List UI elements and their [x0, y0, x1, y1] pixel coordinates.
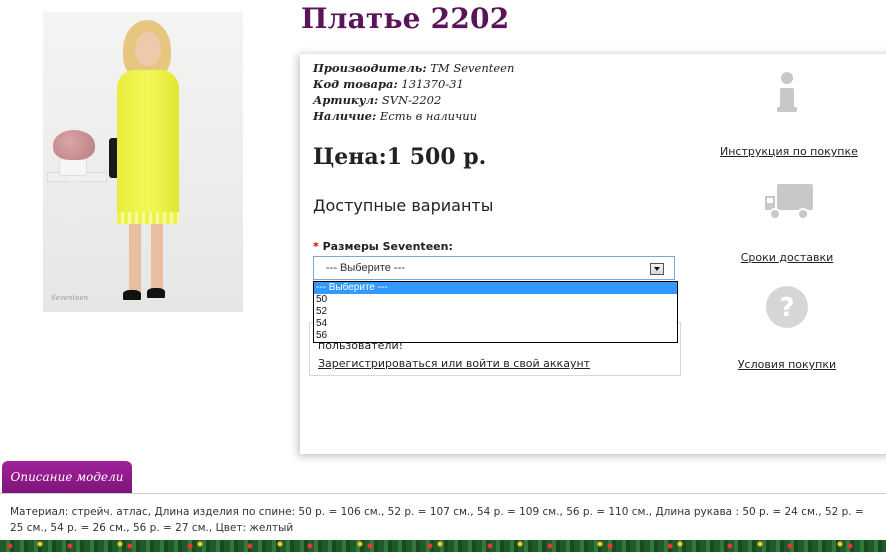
- register-login-link[interactable]: Зарегистрироваться или войти в свой акка…: [318, 357, 590, 370]
- product-meta: Производитель: ТМ Seventeen Код товара: …: [313, 60, 514, 124]
- tab-description[interactable]: Описание модели: [2, 461, 132, 493]
- meta-value: 131370-31: [401, 77, 464, 91]
- meta-availability: Наличие: Есть в наличии: [313, 108, 514, 124]
- truck-icon[interactable]: [763, 182, 815, 224]
- image-face: [135, 32, 161, 66]
- size-option[interactable]: --- Выберите ---: [314, 282, 677, 294]
- image-dress-hem: [117, 212, 179, 224]
- meta-label: Код товара:: [313, 77, 398, 91]
- image-shoe: [123, 290, 141, 300]
- meta-label: Наличие:: [313, 109, 377, 123]
- size-dropdown-list[interactable]: --- Выберите --- 50 52 54 56: [313, 281, 678, 343]
- image-flowers: [53, 130, 95, 160]
- question-icon[interactable]: ?: [764, 284, 810, 330]
- meta-value: ТМ Seventeen: [430, 61, 515, 75]
- chevron-down-icon[interactable]: [650, 263, 664, 275]
- size-option[interactable]: 54: [314, 318, 677, 330]
- svg-text:?: ?: [779, 293, 794, 323]
- required-mark: *: [313, 240, 319, 253]
- meta-value: Есть в наличии: [379, 109, 478, 123]
- info-icon[interactable]: [772, 70, 802, 116]
- conditions-label[interactable]: Условия покупки: [738, 358, 836, 371]
- image-dress: [117, 70, 179, 220]
- image-table-leg: [69, 180, 77, 240]
- meta-value: SVN-2202: [381, 93, 442, 107]
- meta-manufacturer: Производитель: ТМ Seventeen: [313, 60, 514, 76]
- instruction-label[interactable]: Инструкция по покупке: [720, 145, 858, 158]
- size-select[interactable]: --- Выберите ---: [313, 256, 675, 280]
- size-label-text: Размеры Seventeen:: [322, 240, 453, 253]
- size-select-value: --- Выберите ---: [326, 262, 405, 274]
- variants-heading: Доступные варианты: [313, 196, 494, 215]
- conditions-link[interactable]: Условия покупки: [720, 358, 854, 371]
- meta-code: Код товара: 131370-31: [313, 76, 514, 92]
- image-pot: [59, 158, 87, 176]
- size-option[interactable]: 52: [314, 306, 677, 318]
- meta-label: Артикул:: [313, 93, 379, 107]
- product-price: Цена:1 500 р.: [313, 144, 487, 170]
- size-option[interactable]: 56: [314, 330, 677, 342]
- page-title: Платье 2202: [301, 2, 510, 35]
- delivery-link[interactable]: Сроки доставки: [720, 251, 854, 264]
- description-text: Материал: стрейч. атлас, Длина изделия п…: [10, 506, 864, 534]
- product-image[interactable]: Seventeen: [43, 12, 243, 312]
- delivery-label[interactable]: Сроки доставки: [741, 251, 834, 264]
- description-panel: Материал: стрейч. атлас, Длина изделия п…: [0, 493, 886, 542]
- meta-label: Производитель:: [313, 61, 427, 75]
- size-label: * Размеры Seventeen:: [313, 240, 453, 253]
- image-leg: [151, 224, 163, 294]
- image-signature: Seventeen: [51, 294, 89, 302]
- meta-article: Артикул: SVN-2202: [313, 92, 514, 108]
- instruction-link[interactable]: Инструкция по покупке: [720, 145, 858, 158]
- image-shoe: [147, 288, 165, 298]
- christmas-garland: [0, 540, 886, 552]
- size-option[interactable]: 50: [314, 294, 677, 306]
- image-leg: [129, 224, 141, 294]
